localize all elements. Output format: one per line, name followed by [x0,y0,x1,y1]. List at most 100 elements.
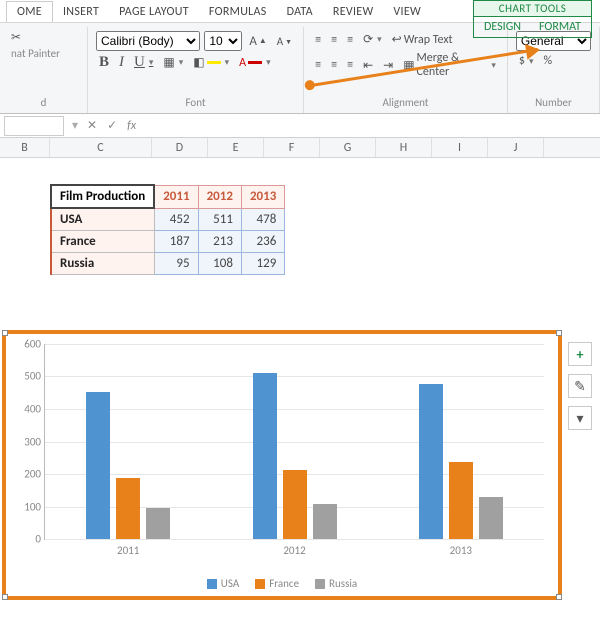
orientation-button[interactable]: ⟳ [360,31,385,48]
col-G[interactable]: G [320,138,376,157]
cell[interactable]: 108 [198,253,241,275]
decrease-font-button[interactable]: A▼ [274,34,295,49]
year-header-2[interactable]: 2013 [241,185,284,208]
contextual-chart-tools: CHART TOOLS DESIGN FORMAT [473,0,592,38]
worksheet[interactable]: Film Production 2011 2012 2013 USA 452 5… [0,158,600,275]
chart-filter-button[interactable]: ▾ [568,406,592,430]
tab-formulas[interactable]: FORMULAS [199,2,277,22]
resize-handle[interactable] [2,594,8,600]
data-table[interactable]: Film Production 2011 2012 2013 USA 452 5… [50,184,285,275]
format-painter-button[interactable]: ✂ [8,29,24,46]
cell[interactable]: 213 [198,231,241,253]
gridline [45,539,544,540]
x-tick-label: 2011 [117,544,139,557]
bar-russia[interactable] [479,497,503,539]
tab-page-layout[interactable]: PAGE LAYOUT [109,2,199,22]
col-C[interactable]: C [50,138,152,157]
chart-legend[interactable]: USA France Russia [6,577,558,590]
bar-cluster[interactable] [86,392,170,539]
row-label-1[interactable]: France [51,231,154,253]
tab-format[interactable]: FORMAT [539,20,581,34]
border-button[interactable]: ▦ [160,54,186,71]
bold-button[interactable]: B [96,53,112,72]
align-right-button[interactable]: ≡ [344,57,356,73]
font-color-button[interactable]: A [236,55,273,71]
brush-icon: ✎ [574,378,586,395]
tab-data[interactable]: DATA [277,2,323,22]
col-J[interactable]: J [488,138,544,157]
chart-object[interactable]: 0100200300400500600201120122013 USA Fran… [2,330,562,600]
wrap-text-button[interactable]: ↩ Wrap Text [389,31,456,48]
resize-handle[interactable] [556,330,562,336]
year-header-0[interactable]: 2011 [154,185,198,208]
tab-review[interactable]: REVIEW [323,2,384,22]
bar-france[interactable] [283,470,307,539]
tab-insert[interactable]: INSERT [53,2,109,22]
font-name-select[interactable]: Calibri (Body) [96,31,200,51]
year-header-1[interactable]: 2012 [198,185,241,208]
bar-france[interactable] [449,462,473,539]
formula-input[interactable] [141,116,600,136]
resize-handle[interactable] [2,330,8,336]
fx-button[interactable]: fx [122,119,141,133]
align-middle-button[interactable]: ≡ [328,32,340,48]
col-F[interactable]: F [264,138,320,157]
bar-usa[interactable] [419,384,443,539]
underline-button[interactable]: U [131,53,156,72]
align-top-button[interactable]: ≡ [312,32,324,48]
bar-russia[interactable] [313,504,337,539]
chart-add-element-button[interactable]: + [568,342,592,366]
paintbrush-icon: ✂ [11,30,21,45]
cell[interactable]: 187 [154,231,198,253]
percent-button[interactable]: % [541,53,556,69]
increase-font-button[interactable]: A▲ [246,33,269,50]
bar-russia[interactable] [146,508,170,539]
row-label-0[interactable]: USA [51,208,154,231]
col-B[interactable]: B [0,138,50,157]
bar-usa[interactable] [86,392,110,539]
col-H[interactable]: H [376,138,432,157]
tab-design[interactable]: DESIGN [484,20,521,34]
decrease-indent-button[interactable]: ⇤ [360,57,376,74]
cell[interactable]: 511 [198,208,241,231]
chart-side-buttons: + ✎ ▾ [568,342,592,430]
name-box-dropdown[interactable]: ▾ [68,118,82,133]
table-row[interactable]: Russia 95 108 129 [51,253,285,275]
legend-label: USA [221,577,239,590]
bar-cluster[interactable] [253,373,337,539]
cell[interactable]: 452 [154,208,198,231]
bar-cluster[interactable] [419,384,503,539]
col-I[interactable]: I [432,138,488,157]
name-box[interactable] [4,116,64,136]
plot-area[interactable]: 0100200300400500600201120122013 [44,344,544,540]
cell[interactable]: 95 [154,253,198,275]
font-size-select[interactable]: 10 [204,31,242,51]
cancel-button[interactable]: ✕ [82,118,102,133]
format-painter-label[interactable]: nat Painter [8,46,63,61]
italic-button[interactable]: I [116,53,127,72]
resize-handle[interactable] [556,594,562,600]
table-corner[interactable]: Film Production [51,185,154,208]
align-bottom-button[interactable]: ≡ [344,32,356,48]
enter-button[interactable]: ✓ [102,118,122,133]
legend-swatch-usa [207,579,217,589]
cell[interactable]: 129 [241,253,284,275]
cell[interactable]: 478 [241,208,284,231]
bar-france[interactable] [116,478,140,539]
tab-view[interactable]: VIEW [383,2,431,22]
bar-usa[interactable] [253,373,277,539]
tab-home[interactable]: OME [6,1,53,22]
row-label-2[interactable]: Russia [51,253,154,275]
table-row[interactable]: USA 452 511 478 [51,208,285,231]
cell[interactable]: 236 [241,231,284,253]
fill-color-button[interactable]: ◧ [190,54,232,71]
align-left-button[interactable]: ≡ [312,57,324,73]
chart-styles-button[interactable]: ✎ [568,374,592,398]
table-row[interactable]: France 187 213 236 [51,231,285,253]
group-number-label: Number [516,94,591,111]
y-tick-label: 500 [11,370,41,383]
col-E[interactable]: E [208,138,264,157]
col-D[interactable]: D [152,138,208,157]
y-tick-label: 0 [11,533,41,546]
align-center-button[interactable]: ≡ [328,57,340,73]
